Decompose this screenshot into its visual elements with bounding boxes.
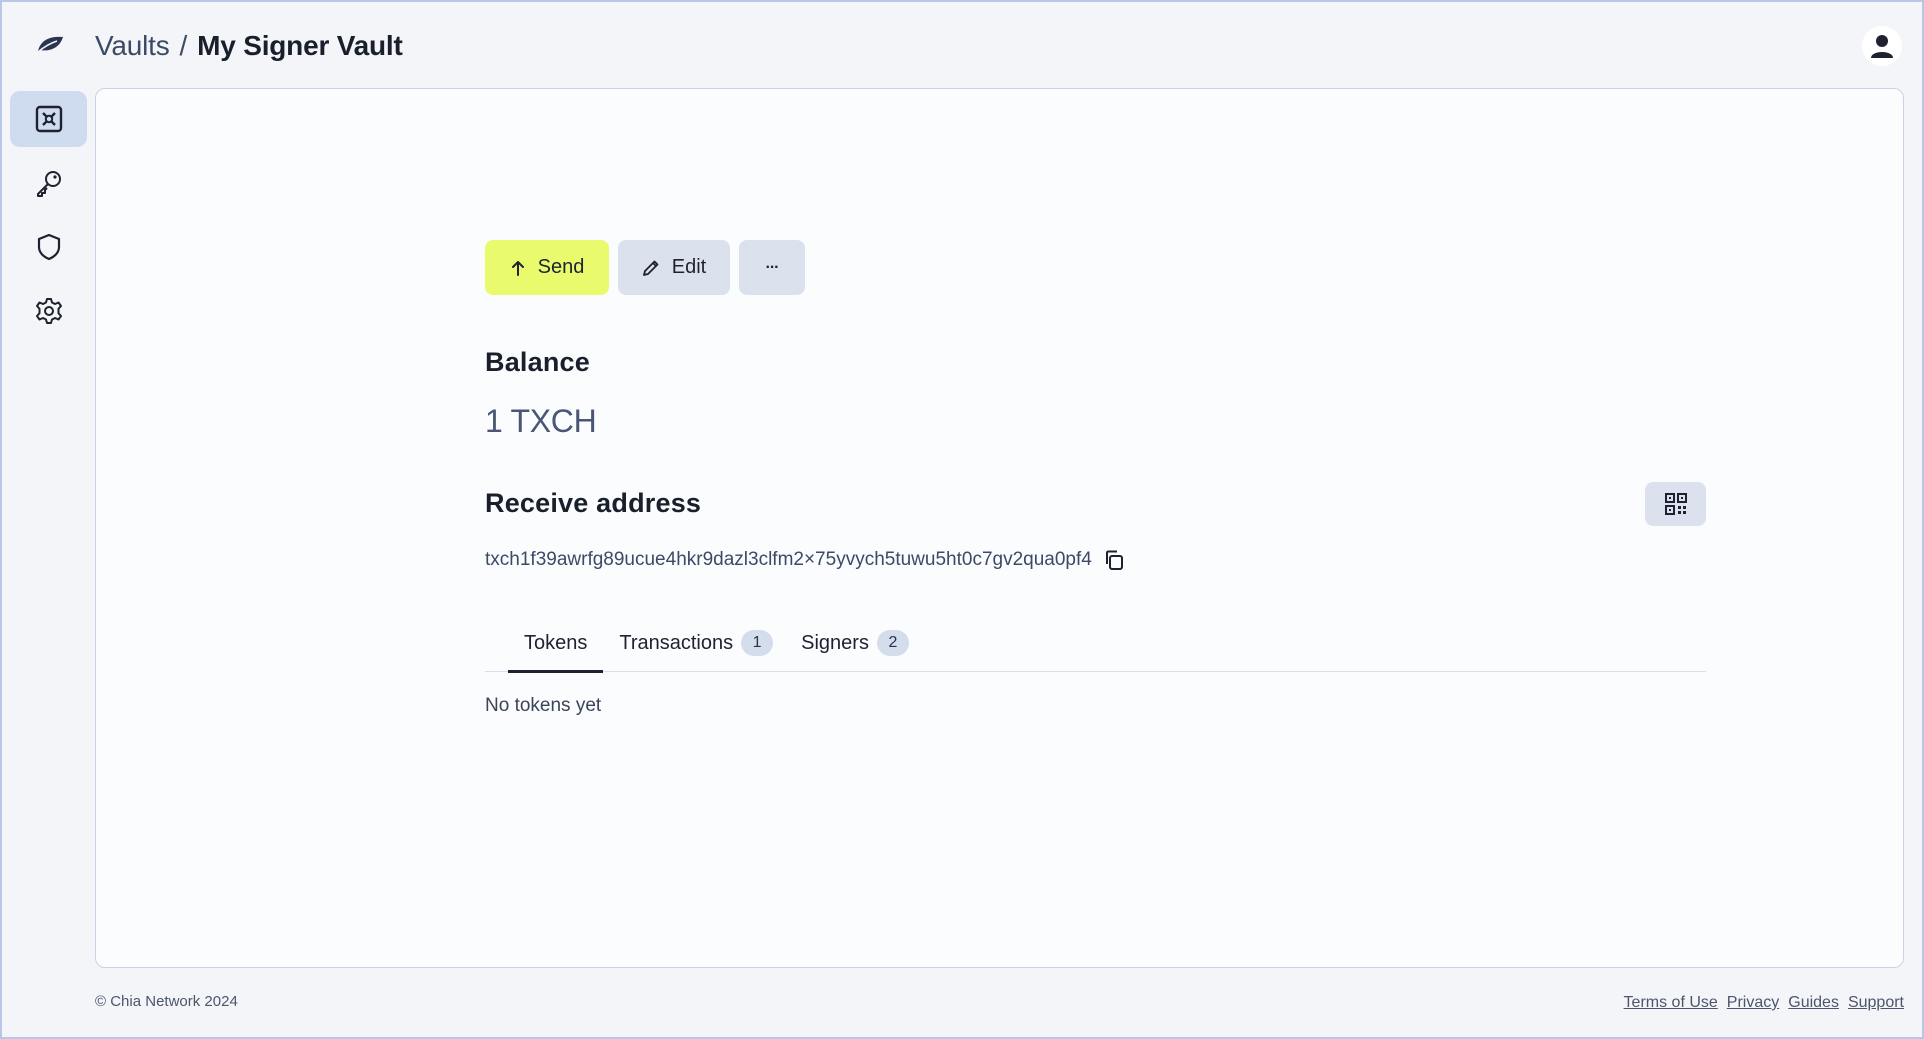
balance-value: 1 TXCH	[485, 403, 597, 439]
send-button-label: Send	[537, 256, 585, 278]
vault-icon	[35, 105, 62, 133]
tokens-empty-message: No tokens yet	[485, 695, 602, 716]
key-icon	[36, 171, 61, 197]
vault-details-card: Send Edit ··· Balance 1 TXCH Receive add…	[95, 88, 1904, 968]
footer-link-privacy[interactable]: Privacy	[1727, 994, 1779, 1012]
arrow-up-icon	[511, 260, 524, 276]
shield-icon	[37, 233, 60, 261]
receive-address-value[interactable]: txch1f39awrfg89ucue4hkr9dazl3clfm2×75yvy…	[485, 549, 1092, 571]
sidebar-item-vaults[interactable]	[10, 91, 87, 147]
footer-links: Terms of Use Privacy Guides Support	[1624, 994, 1904, 1012]
edit-button-label: Edit	[671, 256, 707, 278]
breadcrumb-separator: /	[179, 30, 188, 61]
pencil-icon	[642, 260, 659, 276]
more-options-icon: ···	[765, 258, 780, 276]
footer-link-terms[interactable]: Terms of Use	[1624, 994, 1718, 1012]
send-button[interactable]: Send	[485, 240, 609, 295]
tab-transactions-label: Transactions	[619, 631, 734, 654]
footer-copyright: © Chia Network 2024	[95, 993, 238, 1010]
footer-link-support[interactable]: Support	[1848, 994, 1904, 1012]
breadcrumb-vaults-link[interactable]: Vaults	[95, 30, 170, 62]
receive-address-row: txch1f39awrfg89ucue4hkr9dazl3clfm2×75yvy…	[485, 548, 1126, 572]
qr-code-button[interactable]	[1645, 482, 1706, 526]
qr-code-icon	[1664, 493, 1687, 515]
vault-toolbar: Send Edit ···	[485, 240, 1706, 295]
footer-link-guides[interactable]: Guides	[1788, 994, 1839, 1012]
tab-tokens[interactable]: Tokens	[508, 615, 604, 673]
sidebar-item-keys[interactable]	[10, 155, 87, 211]
gear-icon	[35, 298, 62, 324]
transactions-count-badge: 1	[741, 630, 774, 656]
more-options-button[interactable]: ···	[739, 240, 805, 295]
receive-address-title: Receive address	[485, 488, 702, 518]
breadcrumb: Vaults / My Signer Vault	[95, 26, 403, 66]
edit-button[interactable]: Edit	[618, 240, 730, 295]
tab-tokens-label: Tokens	[524, 631, 588, 654]
balance-title: Balance	[485, 347, 590, 377]
page-title: My Signer Vault	[197, 30, 403, 61]
leaf-logo-icon[interactable]	[30, 30, 70, 58]
sidebar-item-settings[interactable]	[10, 283, 87, 339]
copy-icon[interactable]	[1102, 548, 1126, 572]
sidebar-item-security[interactable]	[10, 219, 87, 275]
vault-content: Send Edit ··· Balance 1 TXCH Receive add…	[485, 240, 1706, 716]
user-avatar-icon[interactable]	[1862, 26, 1902, 66]
vault-tabs: Tokens Transactions 1 Signers 2	[485, 615, 1706, 673]
tab-signers-label: Signers	[801, 631, 869, 654]
sidebar	[10, 91, 87, 347]
signers-count-badge: 2	[876, 630, 909, 656]
tab-signers[interactable]: Signers 2	[789, 615, 925, 671]
tab-transactions[interactable]: Transactions 1	[603, 615, 789, 671]
